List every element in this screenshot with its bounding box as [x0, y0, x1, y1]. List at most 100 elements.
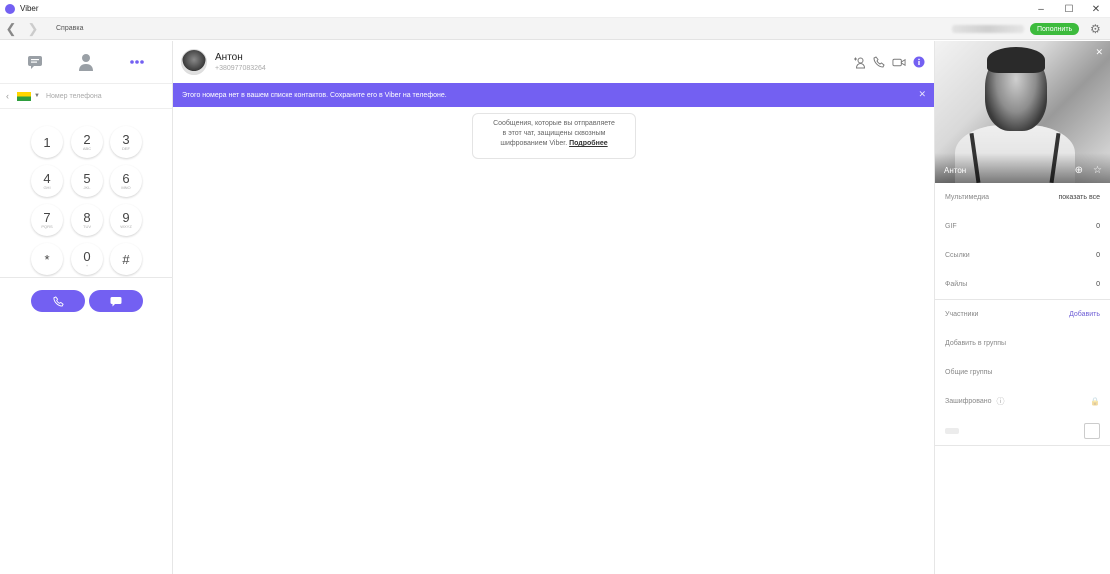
viber-window: Viber – ☐ ✕ ❮ ❯ Справка Пополнить ⚙ ‹ ▼ [0, 0, 1110, 574]
links-row[interactable]: Ссылки 0 [935, 241, 1110, 270]
add-participant-link[interactable]: Добавить [1069, 311, 1100, 318]
back-button[interactable]: ❮ [0, 18, 22, 40]
key-digit: 3 [122, 132, 130, 147]
info-icon[interactable] [912, 55, 926, 69]
dial-key-star[interactable]: * [31, 243, 63, 275]
key-digit: * [44, 251, 50, 267]
photo-hair-shape [987, 47, 1045, 73]
call-button[interactable] [31, 290, 85, 312]
unknown-contact-banner: Этого номера нет в вашем списке контакто… [173, 83, 934, 107]
close-window-button[interactable]: ✕ [1082, 0, 1110, 18]
common-groups-row[interactable]: Общие группы [935, 358, 1110, 387]
dial-key-8[interactable]: 8 TUV [71, 204, 103, 236]
info-circle-icon[interactable]: ⓘ [996, 396, 1004, 407]
contact-number: +380977083264 [215, 65, 266, 72]
key-digit: 7 [43, 210, 51, 225]
dial-key-5[interactable]: 5 JKL [71, 165, 103, 197]
participants-label: Участники [945, 311, 979, 318]
files-count: 0 [1096, 281, 1100, 288]
add-to-groups-label: Добавить в группы [945, 340, 1007, 347]
show-all-media-link[interactable]: показать все [1059, 194, 1101, 201]
key-digit: 0 [83, 249, 91, 264]
settings-gear-icon[interactable]: ⚙ [1090, 22, 1101, 36]
voice-call-icon[interactable] [872, 55, 886, 69]
banner-close-icon[interactable]: ✕ [918, 89, 926, 100]
phone-icon [52, 295, 64, 307]
dialpad-divider [0, 277, 173, 278]
contact-photo: ✕ Антон ⊕ ☆ [935, 41, 1110, 183]
add-to-groups-row[interactable]: Добавить в группы [935, 329, 1110, 358]
contact-info-panel: ✕ Антон ⊕ ☆ Мультимедиа показать все GIF… [934, 41, 1110, 574]
video-call-icon[interactable] [892, 55, 906, 69]
encryption-text-line3: шифрованием Viber. [500, 140, 568, 147]
dial-key-1[interactable]: 1 [31, 126, 63, 158]
gif-row[interactable]: GIF 0 [935, 212, 1110, 241]
message-button[interactable] [89, 290, 143, 312]
key-digit: # [122, 251, 130, 267]
key-digit: 5 [83, 171, 91, 186]
encryption-text-line1: Сообщения, которые вы отправляете [493, 120, 615, 127]
dial-key-4[interactable]: 4 GHI [31, 165, 63, 197]
maximize-button[interactable]: ☐ [1055, 0, 1083, 18]
links-label: Ссылки [945, 252, 970, 259]
chevron-down-icon[interactable]: ▼ [34, 93, 40, 99]
key-digit: 2 [83, 132, 91, 147]
dial-key-3[interactable]: 3 DEF [110, 126, 142, 158]
dial-key-6[interactable]: 6 MNO [110, 165, 142, 197]
contacts-tab-icon[interactable] [74, 50, 98, 74]
media-label: Мультимедиа [945, 194, 989, 201]
key-letters: GHI [43, 185, 51, 190]
gif-count: 0 [1096, 223, 1100, 230]
contact-avatar[interactable] [181, 49, 207, 75]
sidebar-tabs [0, 41, 172, 83]
dial-key-2[interactable]: 2 ABC [71, 126, 103, 158]
key-letters: ABC [82, 146, 92, 151]
chat-area: Антон +380977083264 Этого номера нет в в… [173, 41, 934, 574]
phone-number-row: ‹ ▼ Номер телефона [0, 83, 172, 109]
blurred-account-name [952, 25, 1024, 33]
encryption-text-line2: в этот чат, защищены сквозным [502, 130, 606, 137]
star-icon[interactable]: ☆ [1093, 165, 1102, 176]
key-letters: + [85, 263, 89, 268]
forward-button[interactable]: ❯ [22, 18, 44, 40]
learn-more-link[interactable]: Подробнее [569, 140, 608, 147]
chat-header-actions [852, 55, 926, 69]
key-digit: 8 [83, 210, 91, 225]
chat-header: Антон +380977083264 [173, 41, 934, 83]
dial-key-9[interactable]: 9 WXYZ [110, 204, 142, 236]
common-groups-label: Общие группы [945, 369, 993, 376]
dial-key-7[interactable]: 7 PQRS [31, 204, 63, 236]
viber-logo-icon [5, 3, 15, 14]
minimize-button[interactable]: – [1027, 0, 1055, 18]
contact-name[interactable]: Антон [215, 52, 266, 63]
key-digit: 9 [122, 210, 130, 225]
ukraine-flag-icon[interactable] [17, 91, 31, 101]
banner-text: Этого номера нет в вашем списке контакто… [182, 91, 447, 99]
key-letters: DEF [122, 146, 130, 151]
window-title: Viber [20, 4, 39, 13]
close-panel-icon[interactable]: ✕ [1095, 47, 1103, 58]
phone-number-input[interactable]: Номер телефона [46, 93, 102, 100]
blurred-label [945, 427, 959, 434]
key-digit: 6 [122, 171, 130, 186]
key-digit: 1 [43, 134, 51, 150]
option-checkbox[interactable] [1084, 422, 1100, 439]
key-letters: MNO [121, 185, 131, 190]
chevron-left-icon[interactable]: ‹ [6, 91, 9, 101]
dial-key-hash[interactable]: # [110, 243, 142, 275]
add-user-icon[interactable]: ⊕ [1075, 165, 1083, 176]
hidden-option-row [935, 416, 1110, 445]
links-count: 0 [1096, 252, 1100, 259]
files-row[interactable]: Файлы 0 [935, 270, 1110, 299]
more-tab-icon[interactable] [125, 50, 149, 74]
dial-key-0[interactable]: 0 + [71, 243, 103, 275]
message-icon [110, 296, 122, 306]
help-menu[interactable]: Справка [56, 25, 83, 32]
chats-tab-icon[interactable] [23, 50, 47, 74]
add-contact-icon[interactable] [852, 55, 866, 69]
participants-row: Участники Добавить [935, 300, 1110, 329]
topup-button[interactable]: Пополнить [1030, 23, 1080, 35]
key-letters: PQRS [41, 224, 53, 229]
encrypted-label: Зашифровано [945, 398, 992, 405]
media-row: Мультимедиа показать все [935, 183, 1110, 212]
